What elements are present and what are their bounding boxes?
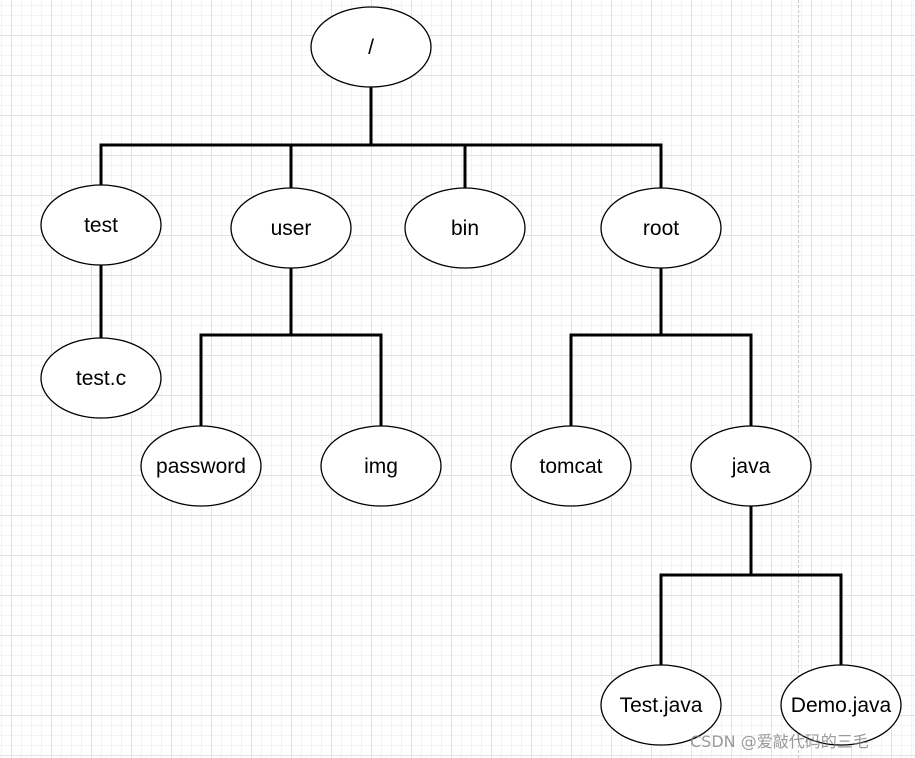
node-label-java: java [731,455,771,478]
diagram-canvas: / test user bin root test.c password img tomcat j… [0,0,915,758]
node-label-tomcat: tomcat [539,455,602,478]
watermark: CSDN @爱敲代码的三毛 [690,732,869,751]
node-label-img: img [364,455,398,478]
node-label-password: password [156,455,246,478]
tree-diagram: / test user bin root test.c password img tomcat j… [40,6,902,746]
node-label-testc: test.c [76,367,126,390]
node-label-root_dir: / [368,36,374,59]
node-label-test: test [84,214,118,237]
node-label-root: root [643,217,679,240]
node-label-user: user [271,217,312,240]
node-label-testjava: Test.java [620,694,703,717]
node-label-bin: bin [451,217,479,240]
node-label-demojava: Demo.java [791,694,892,717]
